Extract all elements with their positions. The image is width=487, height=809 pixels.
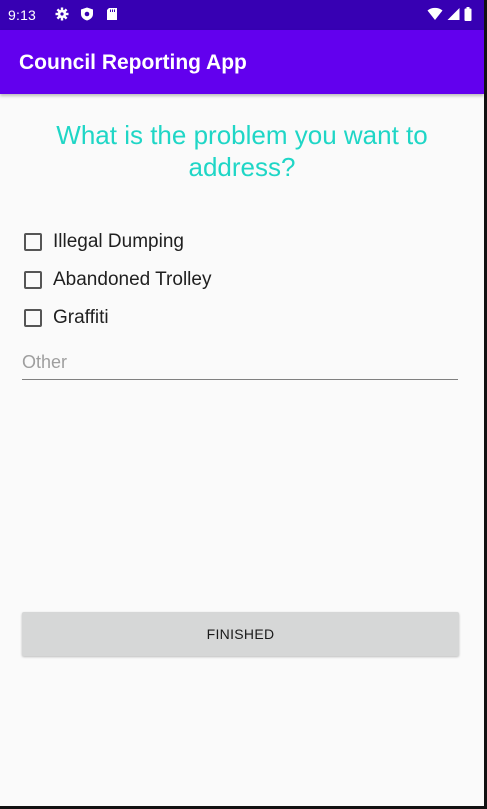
sd-card-icon	[105, 7, 119, 21]
app-bar: Council Reporting App	[0, 30, 484, 94]
finished-button[interactable]: FINISHED	[22, 612, 459, 656]
gear-icon	[55, 7, 69, 21]
checkbox-label: Graffiti	[53, 307, 109, 328]
shield-icon	[80, 7, 94, 21]
wifi-icon	[427, 7, 443, 24]
checkbox-abandoned-trolley[interactable]: Abandoned Trolley	[24, 265, 211, 295]
battery-icon	[464, 7, 472, 24]
status-left-icons	[55, 7, 119, 21]
status-right-icons	[427, 7, 472, 24]
phone-screen: 9:13 Council Reporting App What is the p…	[0, 0, 484, 806]
checkbox-icon[interactable]	[24, 271, 42, 289]
checkbox-graffiti[interactable]: Graffiti	[24, 303, 109, 333]
status-bar: 9:13	[0, 0, 484, 30]
other-input[interactable]	[22, 345, 458, 380]
checkbox-label: Abandoned Trolley	[53, 269, 212, 290]
checkbox-label: Illegal Dumping	[53, 231, 184, 252]
status-time: 9:13	[8, 7, 37, 23]
checkbox-illegal-dumping[interactable]: Illegal Dumping	[24, 227, 184, 257]
app-title: Council Reporting App	[19, 51, 247, 74]
checkbox-icon[interactable]	[24, 309, 42, 327]
signal-icon	[447, 7, 460, 24]
checkbox-icon[interactable]	[24, 233, 42, 251]
question-heading: What is the problem you want to address?	[56, 120, 428, 182]
